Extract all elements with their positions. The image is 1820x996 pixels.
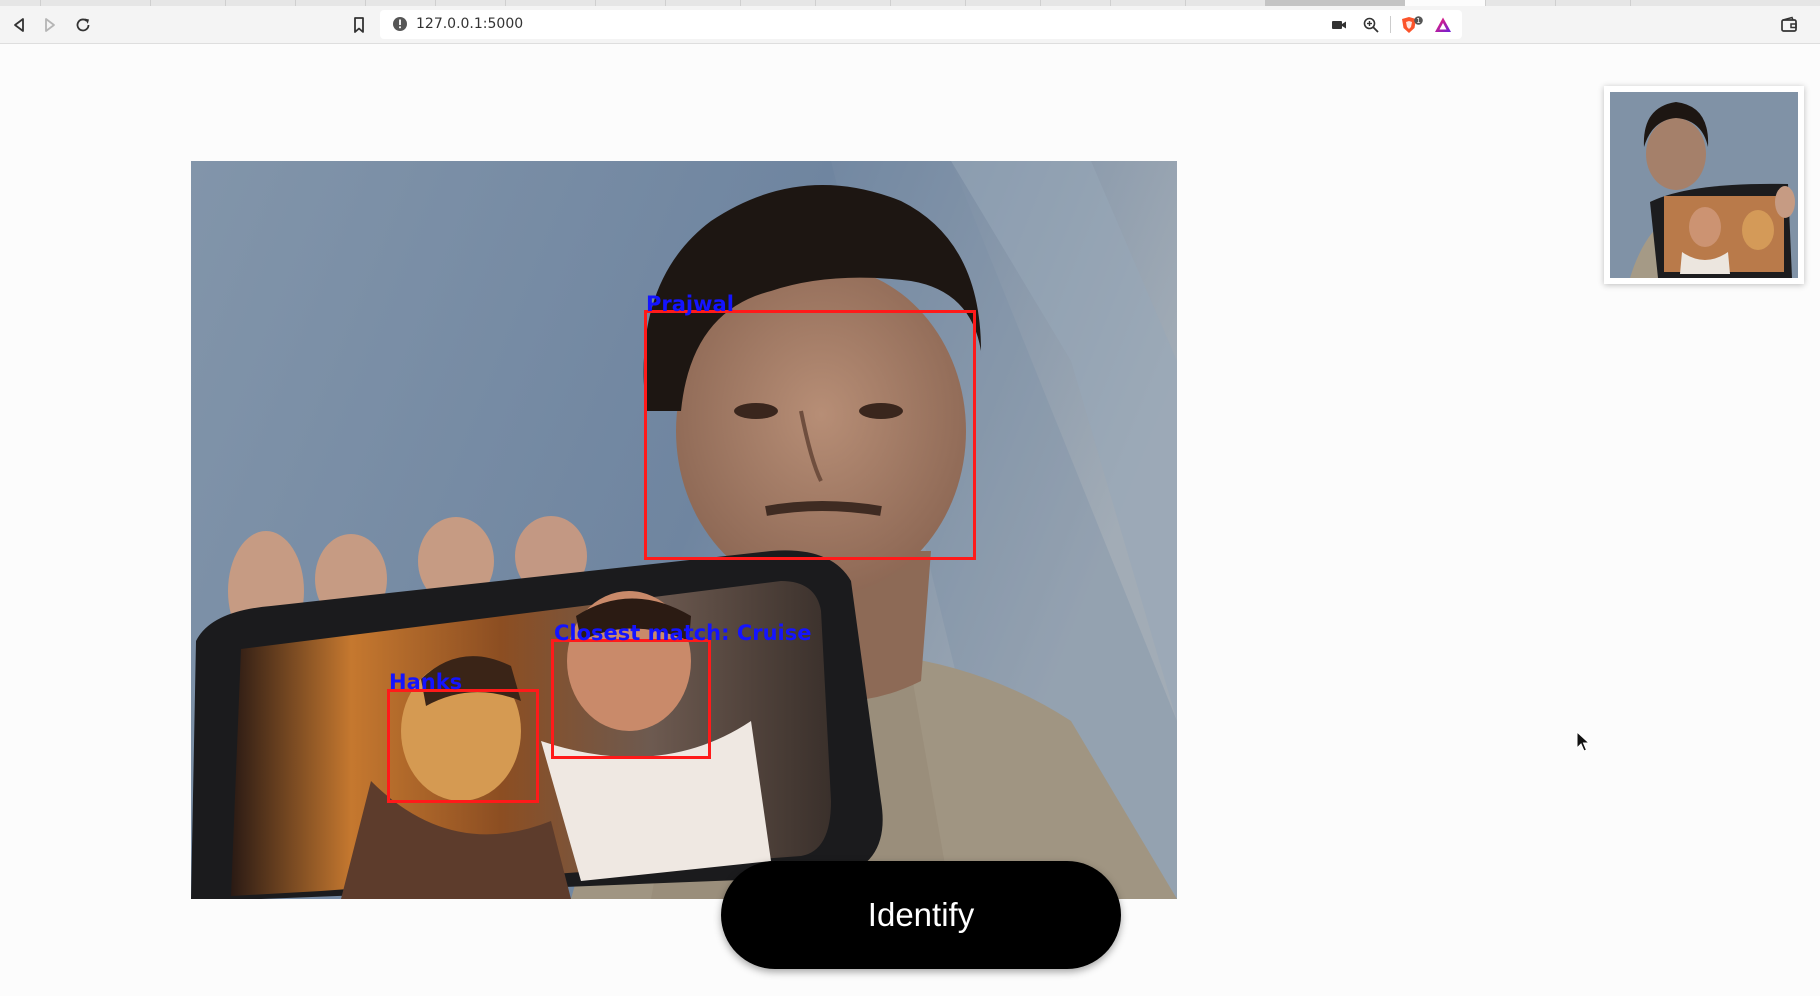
mouse-cursor-icon: [1576, 730, 1591, 753]
wallet-icon[interactable]: [1778, 14, 1800, 36]
address-bar[interactable]: 127.0.0.1:5000 1: [380, 10, 1462, 39]
brave-badge-count: 1: [1416, 17, 1420, 25]
face-label-hanks: Hanks: [389, 670, 463, 694]
reload-icon[interactable]: [72, 14, 94, 36]
forward-arrow-icon[interactable]: [39, 14, 61, 36]
zoom-icon[interactable]: [1362, 16, 1380, 34]
browser-toolbar: 127.0.0.1:5000 1: [0, 6, 1820, 44]
face-label-cruise: Closest match: Cruise: [554, 621, 812, 645]
face-box-prajwal: [644, 310, 976, 560]
webcam-preview-image: [1610, 92, 1798, 278]
brave-shield-icon[interactable]: 1: [1400, 16, 1424, 34]
bookmark-icon[interactable]: [348, 14, 370, 36]
toolbar-divider: [1390, 16, 1391, 33]
face-label-prajwal: Prajwal: [646, 292, 734, 316]
face-box-cruise: [551, 639, 711, 759]
face-box-hanks: [387, 689, 539, 803]
url-text[interactable]: 127.0.0.1:5000: [416, 16, 523, 32]
video-stream: Prajwal Closest match: Cruise Hanks: [191, 161, 1177, 899]
webcam-preview: [1604, 86, 1804, 284]
back-arrow-icon[interactable]: [8, 14, 30, 36]
identify-button[interactable]: Identify: [721, 861, 1121, 969]
brave-rewards-icon[interactable]: [1434, 16, 1452, 34]
info-icon[interactable]: [392, 16, 408, 32]
camera-icon[interactable]: [1330, 16, 1348, 34]
